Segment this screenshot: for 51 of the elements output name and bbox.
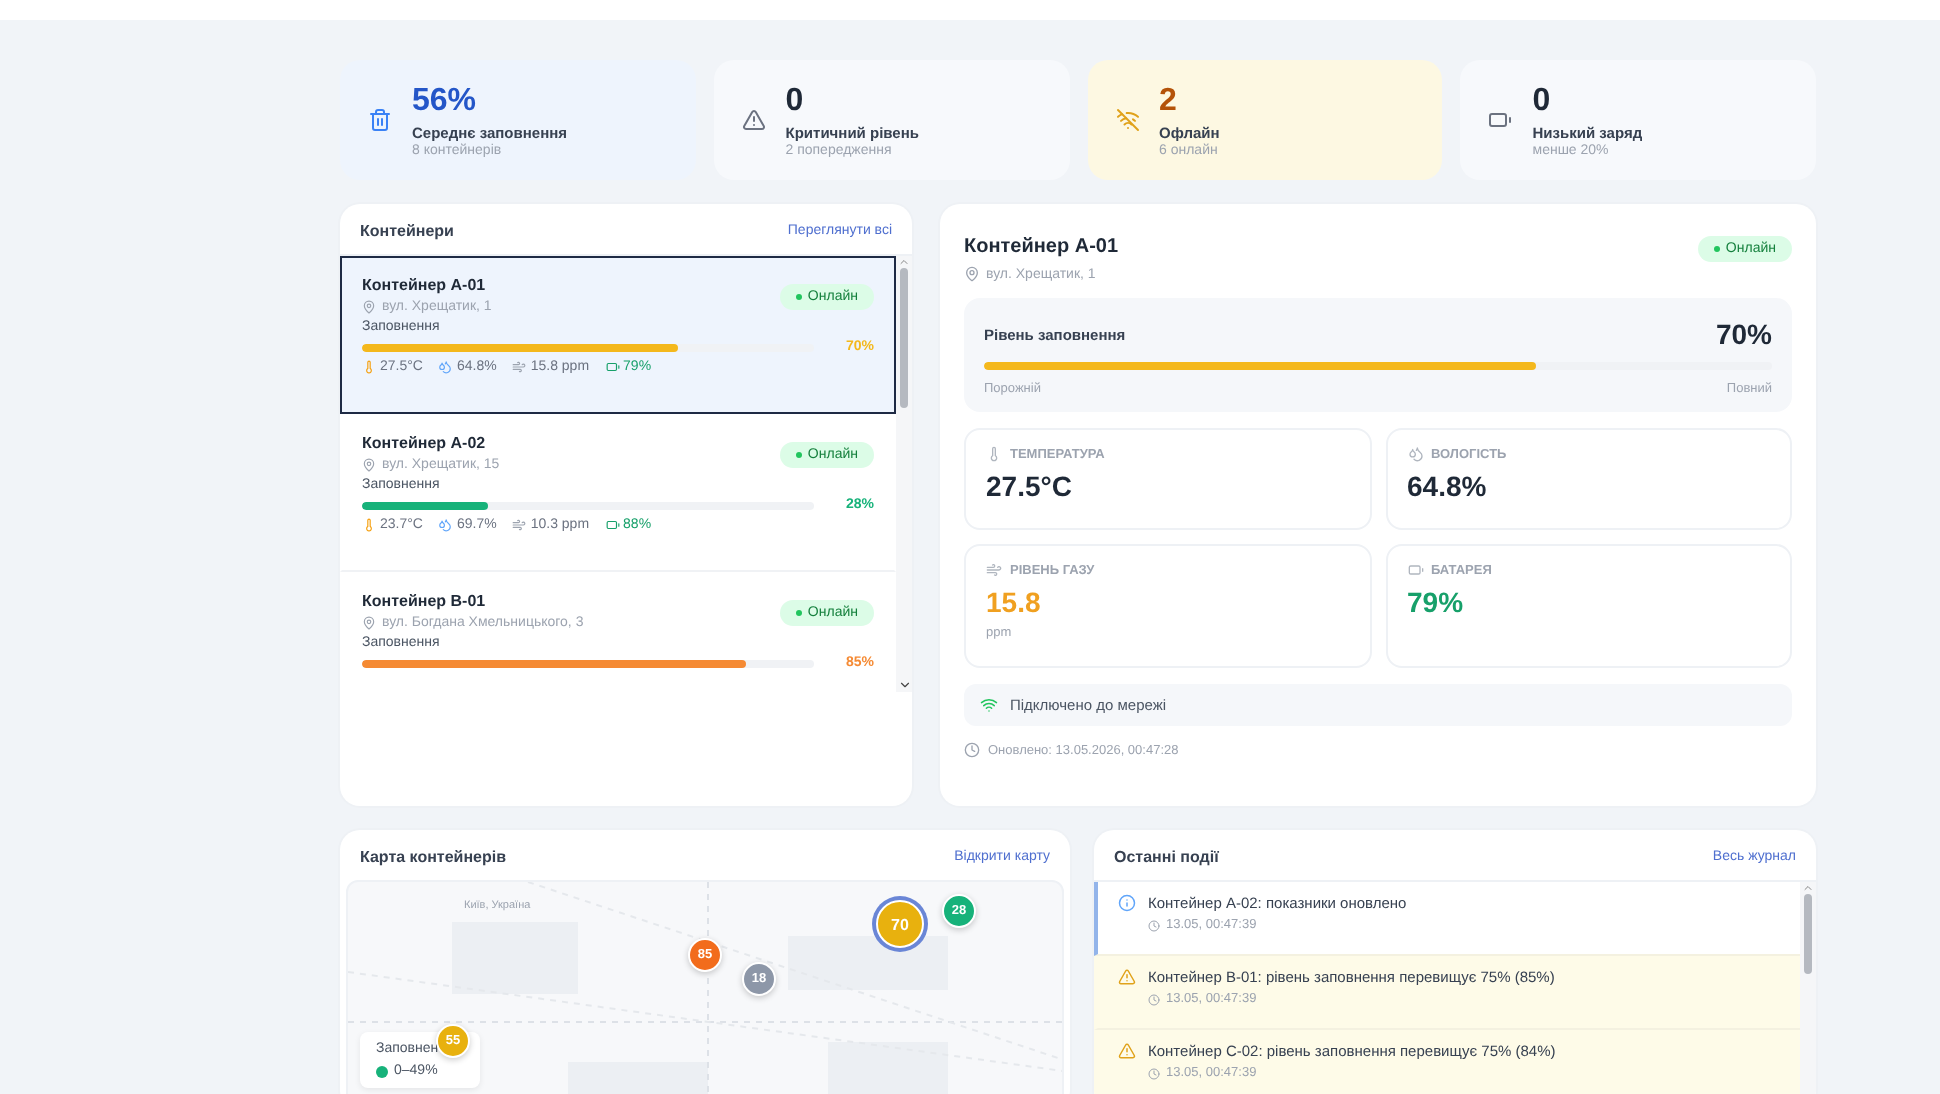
scroll-up-icon[interactable] [1802,882,1814,894]
thermometer-icon [986,446,1002,462]
panel-title: Останні події [1114,848,1219,866]
scroll-thumb[interactable] [900,268,908,408]
clock-icon [1148,919,1160,931]
battery-icon [1407,562,1423,578]
pin-icon [362,300,376,314]
warning-icon [1118,968,1136,986]
detail-title: Контейнер A-01 [964,236,1119,258]
stat-value: 2 [1159,83,1179,119]
warning-icon [741,108,766,132]
metric-value: 79% [1407,586,1466,618]
wind-icon [986,562,1002,578]
scroll-thumb[interactable] [1804,894,1812,974]
warning-icon [1118,1042,1136,1060]
thermometer-icon [362,518,376,532]
metric-value: 27.5°C [986,470,1074,502]
clock-icon [1148,1067,1160,1079]
pin-icon [362,616,376,630]
pin-icon [964,266,980,282]
panel-title: Контейнери [360,222,454,240]
pin-icon [362,458,376,472]
panel-title: Карта контейнерів [360,848,507,866]
clock-icon [964,742,980,758]
scrollbar[interactable] [896,256,912,692]
battery-icon [1488,108,1513,132]
stat-value: 0 [785,83,806,119]
wifi-off-icon [1115,108,1139,132]
clock-icon [1148,993,1160,1005]
trash-icon [368,108,392,132]
wind-icon [512,518,527,532]
thermometer-icon [362,360,376,374]
battery-icon [605,360,620,374]
stat-value: 0 [1532,83,1553,119]
scroll-up-icon[interactable] [898,256,910,268]
container-name: Контейнер B-01 [362,592,488,610]
stat-value: 56% [412,83,479,119]
battery-icon [605,518,620,532]
droplets-icon [438,360,453,374]
fill-value: 70% [1715,318,1772,350]
scroll-down-icon[interactable] [897,678,911,692]
droplets-icon [1407,446,1423,462]
container-name: Контейнер A-01 [362,276,488,294]
wifi-icon [980,696,998,714]
container-name: Контейнер A-02 [362,434,488,452]
wind-icon [512,360,527,374]
metric-value: 15.8 [986,586,1043,618]
scrollbar[interactable] [1800,882,1816,1094]
metric-value: 64.8% [1407,470,1489,502]
droplets-icon [438,518,453,532]
info-icon [1118,894,1136,912]
